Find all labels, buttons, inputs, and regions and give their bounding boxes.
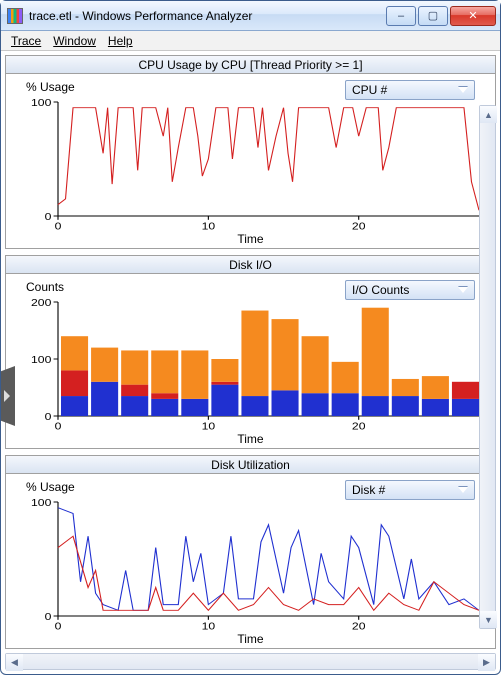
svg-text:100: 100: [31, 355, 51, 366]
panel-body: CPU # % Usage 010200100 Time: [6, 74, 495, 248]
menu-help[interactable]: Help: [104, 34, 137, 48]
svg-text:10: 10: [202, 621, 216, 632]
svg-text:0: 0: [55, 221, 62, 232]
chart-area: 010200100200: [58, 302, 479, 416]
y-axis-label: Counts: [26, 280, 64, 294]
svg-text:20: 20: [352, 621, 366, 632]
panel-disk-io: Disk I/O I/O Counts Counts 010200100200 …: [5, 255, 496, 449]
scroll-thumb-v[interactable]: [480, 123, 495, 611]
panel-disk-util: Disk Utilization Disk # % Usage 01020010…: [5, 455, 496, 649]
svg-text:10: 10: [202, 421, 216, 432]
content-area: CPU Usage by CPU [Thread Priority >= 1] …: [1, 51, 500, 653]
scroll-up-icon[interactable]: ▲: [480, 106, 497, 123]
window-controls: – ▢ ✕: [384, 6, 496, 26]
panel-cpu-usage: CPU Usage by CPU [Thread Priority >= 1] …: [5, 55, 496, 249]
svg-text:20: 20: [352, 221, 366, 232]
titlebar: trace.etl - Windows Performance Analyzer…: [1, 1, 500, 31]
legend-select-diskio[interactable]: I/O Counts: [345, 280, 475, 300]
panel-header: Disk I/O: [6, 256, 495, 274]
minimize-button[interactable]: –: [386, 6, 416, 26]
svg-text:0: 0: [55, 421, 62, 432]
menu-trace[interactable]: Trace: [7, 34, 45, 48]
svg-text:200: 200: [31, 298, 51, 309]
svg-text:0: 0: [45, 212, 52, 223]
legend-select-cpu[interactable]: CPU #: [345, 80, 475, 100]
close-button[interactable]: ✕: [450, 6, 496, 26]
x-axis-label: Time: [6, 232, 495, 246]
scroll-thumb-h[interactable]: [23, 654, 478, 669]
y-axis-label: % Usage: [26, 80, 75, 94]
horizontal-scrollbar[interactable]: ◀ ▶: [5, 653, 496, 670]
svg-text:20: 20: [352, 421, 366, 432]
chart-area: 010200100: [58, 102, 479, 216]
svg-text:0: 0: [55, 621, 62, 632]
drawer-toggle[interactable]: [1, 366, 15, 426]
panel-header: CPU Usage by CPU [Thread Priority >= 1]: [6, 56, 495, 74]
svg-text:100: 100: [31, 498, 51, 509]
scroll-left-icon[interactable]: ◀: [6, 654, 23, 671]
menu-window[interactable]: Window: [49, 34, 100, 48]
menubar: Trace Window Help: [1, 31, 500, 51]
svg-text:100: 100: [31, 98, 51, 109]
legend-select-diskutil[interactable]: Disk #: [345, 480, 475, 500]
y-axis-label: % Usage: [26, 480, 75, 494]
x-axis-label: Time: [6, 632, 495, 646]
panel-header: Disk Utilization: [6, 456, 495, 474]
maximize-button[interactable]: ▢: [418, 6, 448, 26]
window-title: trace.etl - Windows Performance Analyzer: [29, 9, 384, 23]
x-axis-label: Time: [6, 432, 495, 446]
svg-text:0: 0: [45, 612, 52, 623]
scroll-right-icon[interactable]: ▶: [478, 654, 495, 671]
scroll-down-icon[interactable]: ▼: [480, 611, 497, 628]
chart-area: 010200100: [58, 502, 479, 616]
svg-text:0: 0: [45, 412, 52, 423]
panel-body: I/O Counts Counts 010200100200 Time: [6, 274, 495, 448]
app-icon: [7, 8, 23, 24]
vertical-scrollbar[interactable]: ▲ ▼: [479, 105, 496, 629]
svg-text:10: 10: [202, 221, 216, 232]
panel-body: Disk # % Usage 010200100 Time: [6, 474, 495, 648]
